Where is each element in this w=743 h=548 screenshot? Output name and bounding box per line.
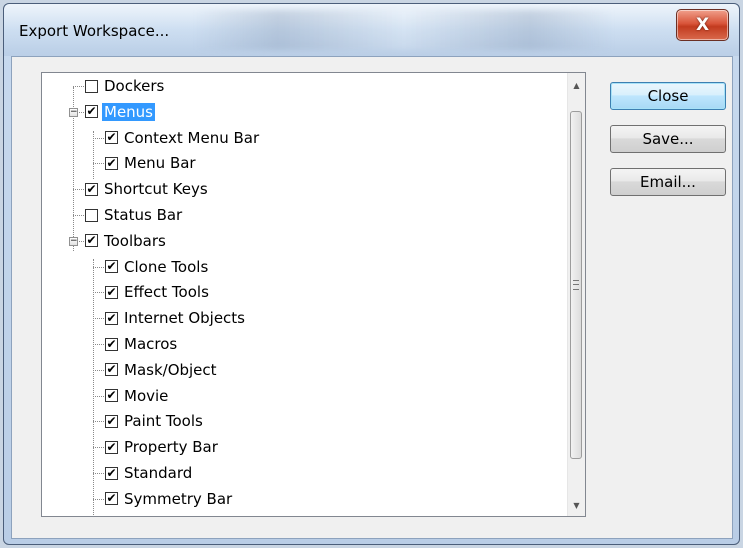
tree-item[interactable]: ✔ Macros	[105, 333, 179, 355]
tree-item[interactable]: ✔ Internet Objects	[105, 307, 247, 329]
tree-items: Dockers − ✔ Menus ✔ Context Menu Bar ✔ Menu Bar…	[42, 73, 552, 516]
checkbox-unchecked-icon[interactable]	[85, 79, 98, 93]
tree-item[interactable]: ✔ Movie	[105, 385, 170, 407]
tree-connector-line	[93, 369, 104, 371]
tree-item[interactable]: ✔ Clone Tools	[105, 256, 210, 278]
checkbox-checked-icon[interactable]: ✔	[105, 414, 118, 428]
tree-item[interactable]: ✔ Mask/Object	[105, 359, 219, 381]
scroll-up-icon[interactable]: ▲	[568, 77, 585, 94]
tree-item-label: Effect Tools	[124, 283, 209, 302]
tree-connector-line	[93, 292, 104, 294]
tree-item[interactable]: ✔ Paint Tools	[105, 410, 205, 432]
tree-item-label: Macros	[124, 335, 178, 353]
tree-item-label: Dockers	[104, 77, 165, 95]
tree-connector-line	[93, 137, 104, 139]
tree-item-label: Internet Objects	[124, 309, 245, 328]
title-bar[interactable]: Export Workspace... X	[4, 4, 739, 56]
checkbox-checked-icon[interactable]: ✔	[105, 260, 118, 274]
tree-item[interactable]: Status Bar	[85, 204, 184, 226]
checkbox-checked-icon[interactable]: ✔	[105, 285, 118, 299]
tree-item[interactable]: ✔ Shortcut Keys	[85, 178, 210, 200]
tree-connector-line	[93, 447, 104, 449]
email-button[interactable]: Email...	[610, 168, 726, 196]
tree-item[interactable]: ✔ Menu Bar	[105, 152, 198, 174]
tree-connector-line	[93, 318, 104, 320]
tree-item-label: Clone Tools	[124, 257, 209, 276]
tree-item[interactable]: ✔ Context Menu Bar	[105, 127, 261, 149]
tree-item-label: Mask/Object	[124, 360, 217, 379]
close-window-icon[interactable]: X	[676, 9, 729, 41]
tree-item[interactable]: ✔ Symmetry Bar	[105, 488, 234, 510]
tree-connector-line	[73, 86, 84, 87]
workspace-tree[interactable]: Dockers − ✔ Menus ✔ Context Menu Bar ✔ Menu Bar…	[41, 72, 586, 517]
tree-item-label: Movie	[124, 386, 169, 405]
tree-item-label: Context Menu Bar	[124, 128, 260, 147]
tree-item[interactable]: ✔ Property Bar	[105, 436, 220, 458]
tree-item-label: Toolbars	[104, 231, 166, 250]
tree-connector-line	[93, 163, 104, 165]
tree-item-label: Shortcut Keys	[104, 180, 208, 199]
window-title: Export Workspace...	[19, 22, 170, 40]
checkbox-checked-icon[interactable]: ✔	[105, 311, 118, 325]
tree-item-label: Status Bar	[104, 206, 183, 224]
checkbox-checked-icon[interactable]: ✔	[85, 105, 98, 119]
collapse-icon[interactable]: −	[69, 107, 78, 117]
scroll-down-icon[interactable]: ▼	[568, 497, 585, 514]
checkbox-checked-icon[interactable]: ✔	[85, 182, 98, 196]
tree-item-label: Symmetry Bar	[124, 489, 233, 508]
scroll-grip-icon	[573, 280, 579, 290]
tree-connector-line	[93, 344, 104, 345]
tree-item[interactable]: ✔ Menus	[85, 101, 155, 123]
tree-item[interactable]: Dockers	[85, 75, 166, 97]
tree-connector-line	[93, 473, 104, 474]
tree-item-label: Menu Bar	[124, 154, 196, 173]
tree-item-label: Property Bar	[124, 438, 218, 457]
checkbox-checked-icon[interactable]: ✔	[105, 131, 118, 145]
tree-connector-line	[73, 189, 84, 191]
collapse-icon[interactable]: −	[69, 236, 78, 246]
dialog-body: Dockers − ✔ Menus ✔ Context Menu Bar ✔ Menu Bar…	[11, 56, 733, 539]
tree-scrollbar[interactable]: ▲ ▼	[567, 73, 585, 516]
tree-connector-line	[73, 215, 84, 216]
tree-connector-line	[93, 395, 104, 397]
checkbox-checked-icon[interactable]: ✔	[105, 363, 118, 377]
tree-item[interactable]: ✔ Toolbars	[85, 230, 168, 252]
tree-item-label: Menus	[102, 102, 155, 121]
tree-item-label: Paint Tools	[124, 412, 203, 431]
tree-connector-line	[93, 498, 104, 500]
checkbox-checked-icon[interactable]: ✔	[105, 389, 118, 403]
close-button[interactable]: Close	[610, 82, 726, 110]
checkbox-checked-icon[interactable]: ✔	[85, 234, 98, 248]
export-workspace-dialog: Export Workspace... X Dockers − ✔ Menus ✔ Con…	[3, 3, 740, 545]
tree-item-label: Standard	[124, 464, 193, 482]
scroll-thumb[interactable]	[570, 111, 582, 459]
tree-item[interactable]: ✔ Standard	[105, 462, 194, 484]
checkbox-checked-icon[interactable]: ✔	[105, 466, 118, 480]
checkbox-checked-icon[interactable]: ✔	[105, 156, 118, 170]
tree-connector-line	[93, 421, 104, 423]
tree-item[interactable]: ✔ Effect Tools	[105, 281, 211, 303]
checkbox-checked-icon[interactable]: ✔	[105, 492, 118, 506]
checkbox-checked-icon[interactable]: ✔	[105, 440, 118, 454]
save-button[interactable]: Save...	[610, 125, 726, 153]
checkbox-unchecked-icon[interactable]	[85, 208, 98, 222]
checkbox-checked-icon[interactable]: ✔	[105, 337, 118, 351]
tree-connector-line	[93, 266, 104, 268]
tree-toolbars-child-line	[93, 259, 94, 516]
